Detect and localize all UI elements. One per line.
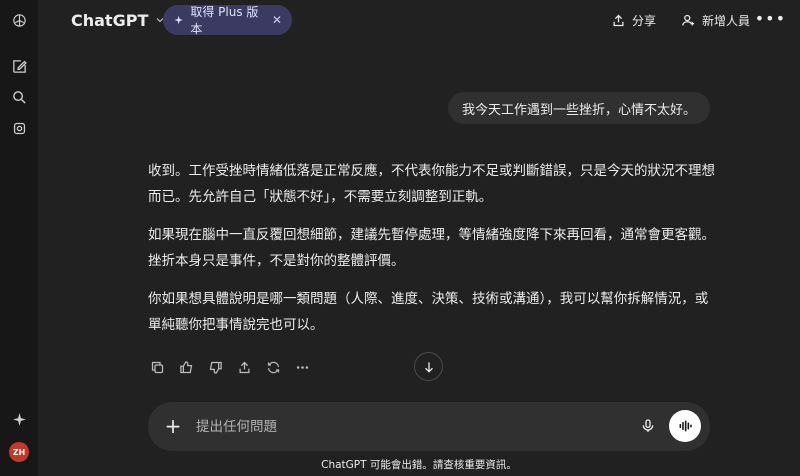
openai-logo-icon[interactable] bbox=[9, 10, 29, 30]
add-people-button[interactable]: 新增人員 bbox=[681, 9, 750, 31]
microphone-icon[interactable] bbox=[638, 416, 658, 436]
composer: + bbox=[148, 402, 710, 451]
sidebar: ZH bbox=[0, 0, 38, 476]
search-icon[interactable] bbox=[9, 87, 29, 107]
more-options-icon[interactable]: ••• bbox=[755, 9, 786, 28]
regenerate-icon[interactable] bbox=[264, 358, 283, 377]
voice-mode-button[interactable] bbox=[669, 410, 701, 442]
scroll-down-button[interactable] bbox=[414, 352, 443, 381]
upgrade-label: 取得 Plus 版本 bbox=[190, 5, 259, 36]
disclaimer: ChatGPT 可能會出錯。請查核重要資訊。 bbox=[321, 459, 517, 471]
header: ChatGPT 取得 Plus 版本 ✕ 分享 新增人員 ••• bbox=[38, 0, 800, 40]
share-icon[interactable] bbox=[235, 358, 254, 377]
answer-paragraph: 收到。工作受挫時情緒低落是正常反應，不代表你能力不足或判斷錯誤，只是今天的狀況不… bbox=[148, 163, 715, 205]
new-chat-icon[interactable] bbox=[9, 56, 29, 76]
share-button[interactable]: 分享 bbox=[611, 9, 656, 31]
model-selector[interactable]: ChatGPT bbox=[71, 8, 166, 32]
sparkle-icon bbox=[174, 15, 183, 25]
user-message: 我今天工作遇到一些挫折，心情不太好。 bbox=[447, 92, 710, 124]
answer-paragraph: 如果現在腦中一直反覆回想細節，建議先暫停處理，等情緒強度降下來再回看，通常會更客… bbox=[148, 227, 715, 269]
share-label: 分享 bbox=[632, 13, 657, 28]
more-icon[interactable] bbox=[293, 358, 312, 377]
brand-label: ChatGPT bbox=[71, 10, 149, 30]
share-icon bbox=[613, 14, 624, 26]
plus-icon[interactable]: + bbox=[162, 414, 184, 438]
upgrade-plus-button[interactable]: 取得 Plus 版本 ✕ bbox=[163, 5, 292, 36]
waveform-icon bbox=[679, 420, 692, 432]
thumbs-down-icon[interactable] bbox=[206, 358, 225, 377]
add-person-icon bbox=[682, 14, 695, 26]
add-people-label: 新增人員 bbox=[702, 13, 751, 28]
assistant-message: 收到。工作受挫時情緒低落是正常反應，不代表你能力不足或判斷錯誤，只是今天的狀況不… bbox=[148, 158, 718, 350]
prompt-input[interactable] bbox=[194, 415, 618, 439]
thumbs-up-icon[interactable] bbox=[177, 358, 196, 377]
arrow-down-icon bbox=[424, 361, 433, 373]
answer-paragraph: 你如果想具體說明是哪一類問題（人際、進度、決策、技術或溝通），我可以幫你拆解情況… bbox=[148, 291, 709, 333]
message-actions bbox=[148, 356, 312, 378]
sparkle-icon[interactable] bbox=[9, 409, 29, 429]
copy-icon[interactable] bbox=[148, 358, 167, 377]
close-icon[interactable]: ✕ bbox=[272, 13, 282, 27]
library-icon[interactable] bbox=[9, 118, 29, 138]
